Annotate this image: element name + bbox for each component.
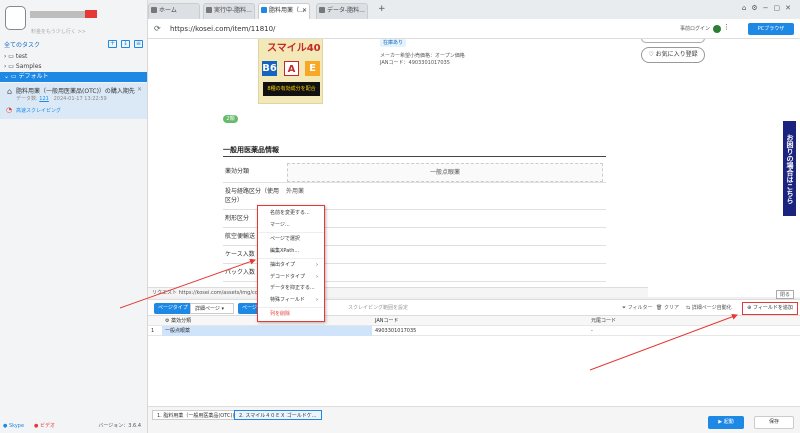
arrow-to-add-field xyxy=(589,313,738,371)
annotation-arrows xyxy=(119,258,738,371)
arrow-to-menu xyxy=(119,258,256,309)
